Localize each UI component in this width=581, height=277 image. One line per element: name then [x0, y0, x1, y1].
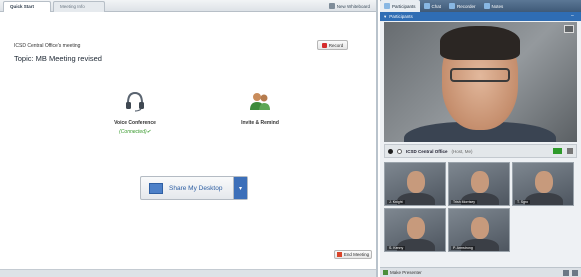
- participant-thumbnail[interactable]: J. Knight: [384, 162, 446, 206]
- fullscreen-icon[interactable]: [564, 25, 574, 33]
- tab-meeting-info[interactable]: Meeting Info: [53, 1, 105, 12]
- thumbnail-face: [471, 171, 489, 193]
- new-whiteboard-button[interactable]: New Whiteboard: [328, 2, 370, 10]
- meeting-name: ICSD Central Office's meeting: [14, 43, 81, 49]
- tab-recorder-label: Recorder: [457, 3, 476, 9]
- participants-footer: Make Presenter: [380, 267, 581, 277]
- tab-participants[interactable]: Participants: [380, 0, 420, 12]
- headset-icon: [126, 91, 144, 112]
- invite-remind-button[interactable]: Invite & Remind: [232, 90, 288, 126]
- desktop-icon: [149, 182, 163, 194]
- collapse-arrow-icon: ▾: [384, 13, 387, 19]
- thumbnail-name: Trish Morrisey: [451, 200, 478, 204]
- content-footer: [0, 269, 376, 277]
- recorder-icon: [449, 3, 456, 9]
- thumbnail-name: P. Armstrong: [451, 246, 475, 250]
- speaker-hair: [440, 26, 520, 60]
- make-presenter-button[interactable]: Make Presenter: [390, 270, 422, 275]
- participant-thumbnail[interactable]: Trish Morrisey: [448, 162, 510, 206]
- thumbnail-face: [407, 171, 425, 193]
- participant-thumbnail[interactable]: S. Kenny: [384, 208, 446, 252]
- layout-icon[interactable]: [563, 270, 569, 276]
- speaker-glasses: [450, 68, 510, 82]
- tab-chat[interactable]: Chat: [420, 0, 446, 12]
- thumbnail-face: [407, 217, 425, 239]
- participants-pane: Participants Chat Recorder Notes ▾ Parti…: [380, 0, 581, 277]
- tab-chat-label: Chat: [431, 3, 442, 9]
- tab-participants-label: Participants: [392, 3, 416, 9]
- new-whiteboard-label: New Whiteboard: [336, 3, 370, 9]
- share-desktop-label: Share My Desktop: [169, 184, 223, 192]
- participant-thumbnail[interactable]: P. Armstrong: [448, 208, 510, 252]
- tab-quick-start[interactable]: Quick Start: [3, 1, 51, 12]
- tab-notes[interactable]: Notes: [480, 0, 508, 12]
- meeting-content-pane: Quick Start Meeting Info New Whiteboard …: [0, 0, 378, 277]
- camera-icon[interactable]: [553, 148, 562, 154]
- speaker-role: (Host, Me): [451, 148, 473, 154]
- invite-people-icon: [250, 93, 270, 110]
- participants-panel-header[interactable]: ▾ Participants –: [380, 12, 581, 21]
- thumbnail-face: [535, 171, 553, 193]
- invite-remind-label: Invite & Remind: [241, 120, 279, 126]
- participants-icon: [384, 3, 390, 9]
- thumbnail-face: [471, 217, 489, 239]
- tab-notes-label: Notes: [491, 3, 504, 9]
- panel-tab-bar: Participants Chat Recorder Notes: [380, 0, 581, 12]
- thumbnail-name: J. Knight: [387, 200, 405, 204]
- share-dropdown-button[interactable]: ▾: [233, 177, 247, 199]
- footer-controls: [563, 270, 578, 276]
- tab-recorder[interactable]: Recorder: [445, 0, 480, 12]
- thumbnail-name: T. Sgro: [515, 200, 531, 204]
- content-tab-bar: Quick Start Meeting Info New Whiteboard: [0, 0, 376, 12]
- share-desktop-button[interactable]: Share My Desktop ▾: [140, 176, 248, 200]
- make-presenter-icon: [383, 270, 388, 275]
- meeting-topic: Topic: MB Meeting revised: [14, 54, 102, 63]
- thumbnail-name: S. Kenny: [387, 246, 406, 250]
- participant-thumbnail[interactable]: T. Sgro: [512, 162, 574, 206]
- thumbnail-body: [525, 193, 563, 205]
- end-meeting-label: End Meeting: [343, 252, 370, 257]
- participant-thumbnails: J. Knight Trish Morrisey T. Sgro S. Kenn…: [384, 162, 577, 256]
- voice-conference-button[interactable]: Voice Conference (Connected)✔: [110, 90, 160, 135]
- notes-icon: [483, 3, 490, 9]
- end-meeting-icon: [336, 252, 342, 257]
- settings-icon[interactable]: [572, 270, 578, 276]
- record-icon: [321, 42, 327, 48]
- end-meeting-button[interactable]: End Meeting: [334, 250, 372, 259]
- chat-icon: [423, 3, 430, 9]
- speaker-name: ICSD Central Office: [406, 148, 448, 154]
- voice-conference-label: Voice Conference: [114, 120, 156, 126]
- whiteboard-icon: [328, 3, 335, 9]
- active-speaker-video[interactable]: [384, 22, 577, 142]
- participants-panel-title: Participants: [389, 14, 413, 19]
- record-label: Record: [328, 42, 344, 48]
- record-button[interactable]: Record: [317, 40, 348, 50]
- mic-status-icon: [388, 148, 393, 154]
- voice-status: (Connected)✔: [119, 129, 151, 135]
- active-speaker-bar: ICSD Central Office (Host, Me): [384, 144, 577, 158]
- minimize-icon[interactable]: –: [571, 13, 577, 19]
- more-options-icon[interactable]: [567, 148, 573, 154]
- presenter-status-icon: [397, 148, 402, 154]
